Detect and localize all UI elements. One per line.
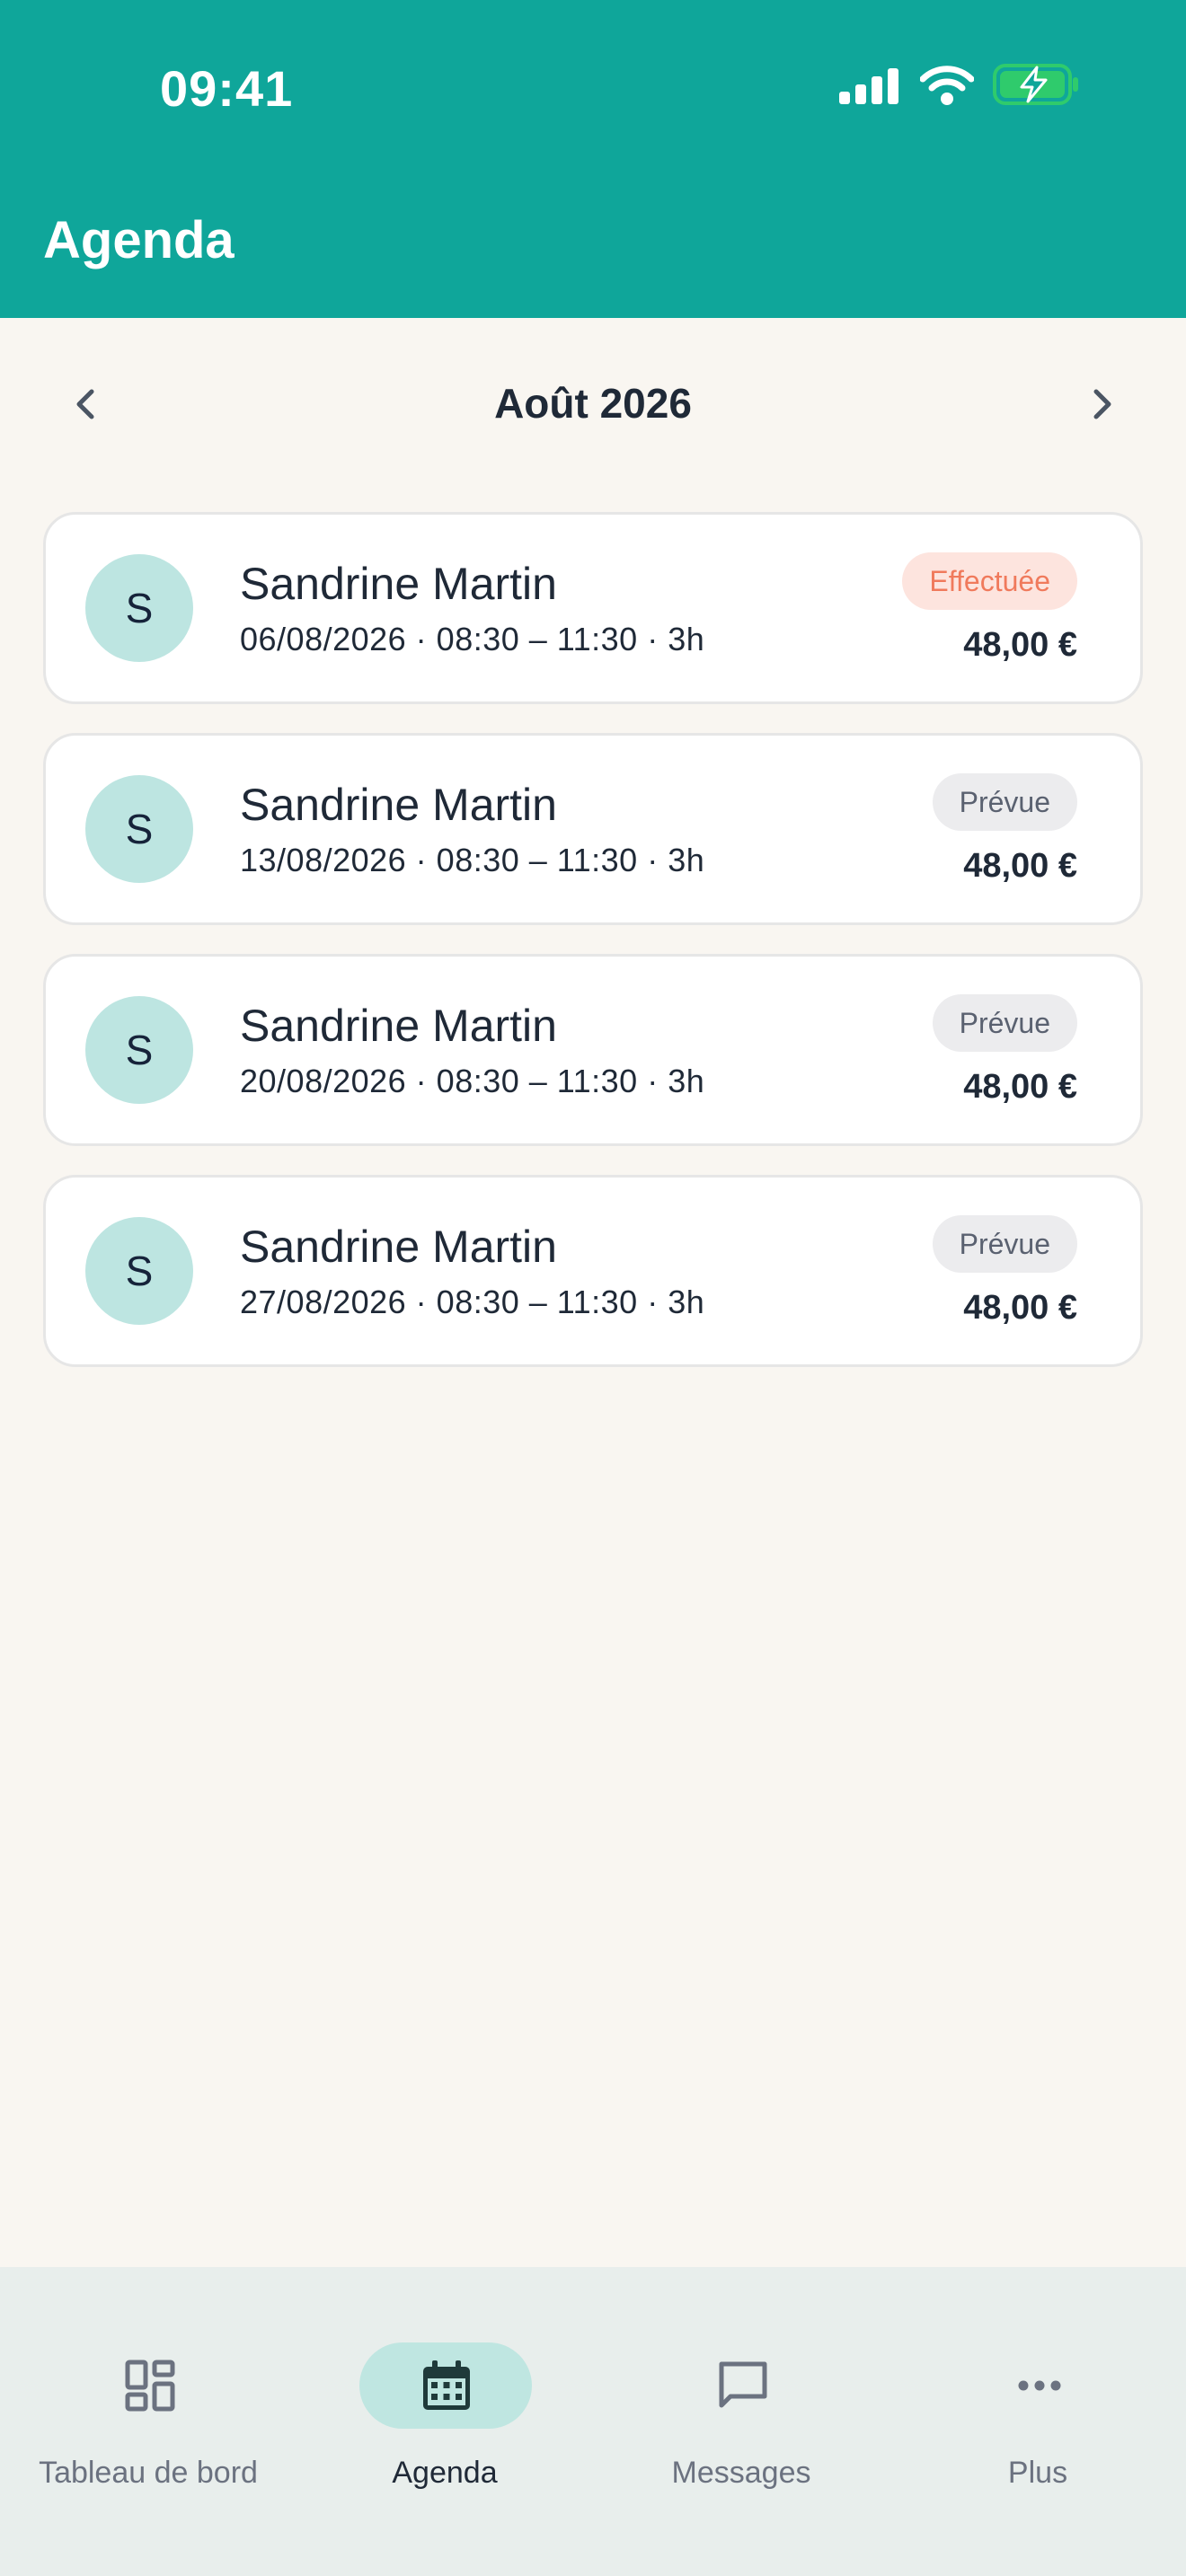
client-name: Sandrine Martin [240, 1001, 557, 1051]
status-time: 09:41 [160, 60, 294, 117]
month-navigator: Août 2026 [0, 359, 1186, 449]
appointment-price: 48,00 € [963, 1068, 1077, 1106]
signal-icon [839, 68, 898, 104]
status-badge: Prévue [932, 773, 1077, 831]
status-badge: Effectuée [902, 552, 1077, 610]
chevron-right-icon [1093, 389, 1111, 419]
appointment-card[interactable]: S Sandrine Martin 20/08/2026 · 08:30 – 1… [43, 954, 1143, 1146]
appointment-price: 48,00 € [963, 1289, 1077, 1327]
bottom-navigation: Tableau de bord Agenda Messages Plus [0, 2267, 1186, 2576]
nav-tab-dashboard[interactable]: Tableau de bord [0, 2303, 296, 2490]
nav-label: Plus [1007, 2456, 1068, 2490]
status-badge: Prévue [932, 994, 1077, 1052]
nav-tab-more[interactable]: Plus [890, 2303, 1186, 2490]
app-header: 09:41 Agenda [0, 0, 1186, 318]
nav-tab-agenda[interactable]: Agenda [296, 2303, 593, 2490]
current-month-label: Août 2026 [494, 380, 692, 427]
client-name: Sandrine Martin [240, 559, 557, 609]
avatar: S [85, 775, 193, 883]
avatar: S [85, 554, 193, 662]
nav-label: Messages [671, 2456, 811, 2490]
wifi-icon [920, 66, 974, 105]
client-name: Sandrine Martin [240, 1222, 557, 1272]
calendar-icon [423, 2360, 470, 2410]
avatar: S [85, 1217, 193, 1325]
client-name: Sandrine Martin [240, 780, 557, 830]
appointment-card[interactable]: S Sandrine Martin 06/08/2026 · 08:30 – 1… [43, 512, 1143, 704]
appointment-price: 48,00 € [963, 626, 1077, 664]
more-icon [1018, 2380, 1061, 2391]
appointment-details: 20/08/2026 · 08:30 – 11:30 · 3h [240, 1063, 705, 1099]
appointment-price: 48,00 € [963, 847, 1077, 885]
page-title: Agenda [43, 211, 235, 269]
battery-charging-icon [993, 64, 1078, 105]
dashboard-icon [125, 2360, 175, 2412]
nav-tab-messages[interactable]: Messages [593, 2303, 890, 2490]
next-month-button[interactable] [1075, 377, 1128, 431]
appointment-card[interactable]: S Sandrine Martin 13/08/2026 · 08:30 – 1… [43, 733, 1143, 925]
status-badge: Prévue [932, 1215, 1077, 1273]
appointment-details: 06/08/2026 · 08:30 – 11:30 · 3h [240, 621, 705, 657]
appointment-details: 27/08/2026 · 08:30 – 11:30 · 3h [240, 1284, 705, 1320]
appointment-card[interactable]: S Sandrine Martin 27/08/2026 · 08:30 – 1… [43, 1175, 1143, 1367]
appointment-details: 13/08/2026 · 08:30 – 11:30 · 3h [240, 842, 705, 878]
message-icon [719, 2361, 767, 2408]
nav-label: Agenda [392, 2456, 498, 2490]
avatar: S [85, 996, 193, 1104]
nav-label: Tableau de bord [39, 2456, 258, 2490]
app-screen: 09:41 Agenda Août 2026 S Sandrine Martin… [0, 0, 1186, 2576]
